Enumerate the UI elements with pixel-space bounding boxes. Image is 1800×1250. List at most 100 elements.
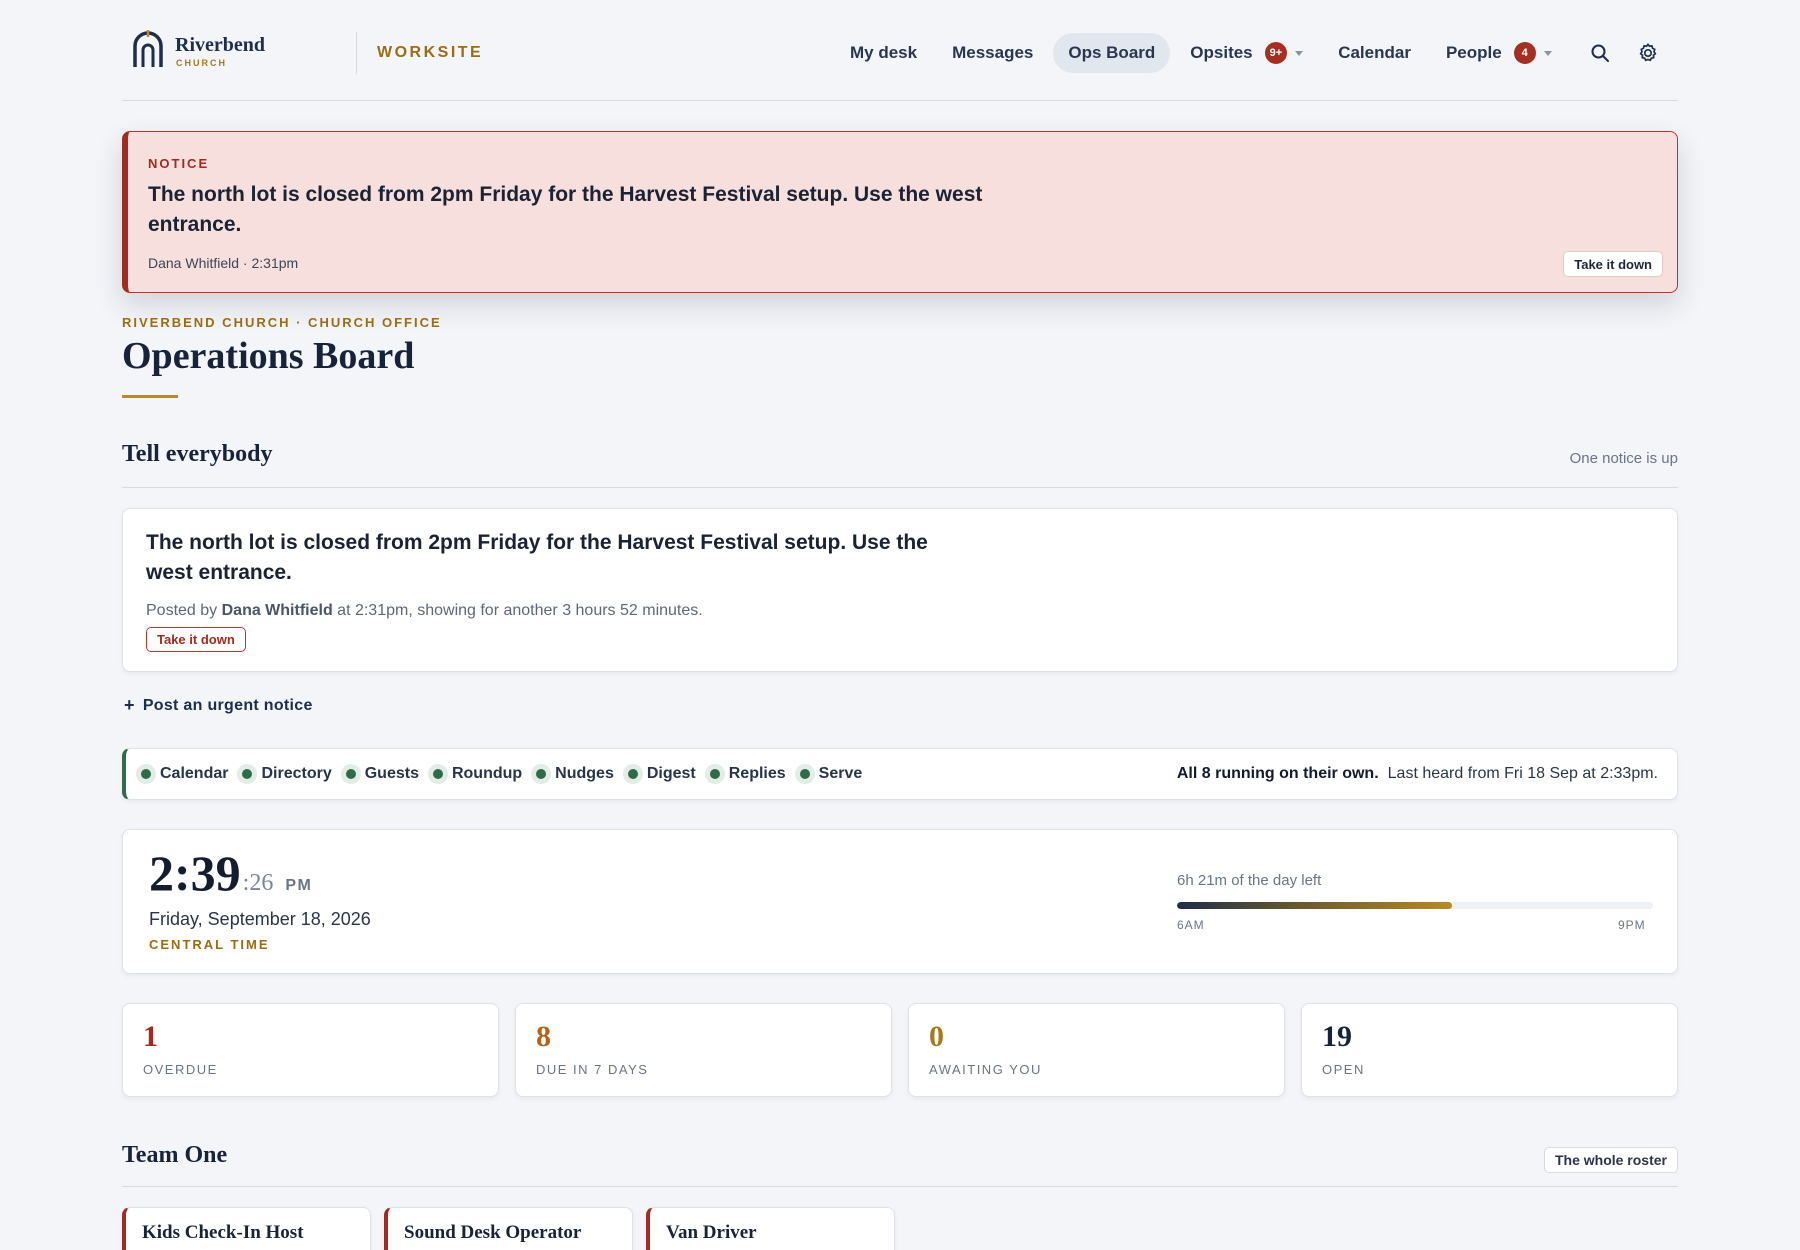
services-status-bar: Calendar Directory Guests Roundup Nudges Dige… [122,748,1678,800]
service-label: Nudges [555,765,614,782]
service-label: Serve [818,765,863,782]
current-date: Friday, September 18, 2026 [149,909,371,929]
role-card[interactable]: Kids Check-In Host [122,1207,371,1250]
service-label: Roundup [451,765,523,782]
plus-icon: + [124,695,135,715]
time-ampm: PM [285,877,313,894]
services-status: All 8 running on their own. Last heard fr… [1177,765,1658,783]
stat-label: AWAITING YOU [929,1062,1042,1077]
role-name: Kids Check-In Host [142,1222,304,1243]
meta-prefix: Posted by [146,602,222,619]
service-chip: Serve [794,764,863,784]
team-title: Team One [122,1142,228,1168]
services-status-bold: All 8 running on their own. [1176,765,1379,782]
service-label: Replies [728,765,786,782]
service-chip: Roundup [427,764,523,784]
nav-people[interactable]: People 4 [1431,33,1567,73]
app-name: WORKSITE [377,44,484,61]
notice-label: NOTICE [148,156,210,171]
service-chip: Calendar [136,764,228,784]
whole-roster-button[interactable]: The whole roster [1543,1147,1678,1173]
nav-ops-board[interactable]: Ops Board [1053,33,1171,73]
service-list: Calendar Directory Guests Roundup Nudges Dige… [126,764,871,784]
role-name: Van Driver [666,1222,757,1243]
nav-label: Opsites [1190,43,1253,62]
search-button[interactable] [1580,33,1620,73]
nav-label: Messages [952,43,1034,62]
section-rule [122,487,1678,488]
post-link-label: Post an urgent notice [142,696,313,714]
stat-awaiting-you[interactable]: 0 AWAITING YOU [908,1003,1285,1097]
notice-message: The north lot is closed from 2pm Friday … [148,183,983,236]
clock-card: 2:39 :26 PM Friday, September 18, 2026 C… [122,829,1678,974]
timezone: CENTRAL TIME [149,937,270,952]
section-rule [122,1186,1678,1187]
time-hm: 2:39 [149,845,241,901]
services-last-heard: Last heard from Fri 18 Sep at 2:33pm. [1387,765,1658,782]
service-label: Digest [646,765,696,782]
stat-label: DUE IN 7 DAYS [536,1062,649,1077]
service-chip: Nudges [531,764,614,784]
time-seconds: :26 [242,870,274,896]
take-it-down-button[interactable]: Take it down [146,627,246,652]
page-title: Operations Board [122,335,415,377]
brand-name[interactable]: Riverbend [175,34,265,57]
status-dot-icon [237,764,258,784]
nav-my-desk[interactable]: My desk [835,33,932,73]
notice-status: One notice is up [1569,450,1678,467]
nav-label: People [1445,43,1502,62]
stat-label: OVERDUE [143,1062,218,1077]
nav-label: Ops Board [1068,43,1156,62]
status-dot-icon [340,764,361,784]
gear-icon [1639,43,1656,62]
stat-overdue[interactable]: 1 OVERDUE [122,1003,499,1097]
service-chip: Directory [237,764,332,784]
day-end: 9PM [1618,918,1646,932]
role-card[interactable]: Sound Desk Operator [384,1207,633,1250]
role-name: Sound Desk Operator [404,1222,582,1243]
service-label: Directory [261,765,332,782]
stat-value: 0 [929,1020,944,1053]
tell-everybody-title: Tell everybody [122,441,273,467]
header-rule [122,100,1678,101]
status-dot-icon [794,764,815,784]
stat-value: 1 [143,1020,158,1053]
search-icon [1591,44,1609,62]
status-dot-icon [136,764,156,784]
nav-label: My desk [850,43,918,62]
status-dot-icon [531,764,552,784]
church-logo-icon[interactable] [132,30,164,68]
notice-card: The north lot is closed from 2pm Friday … [122,508,1678,672]
brand-sub: CHURCH [176,58,227,68]
stat-value: 19 [1322,1020,1352,1053]
settings-button[interactable] [1628,33,1668,73]
title-accent-rule [122,395,178,398]
status-dot-icon [704,764,725,784]
role-card[interactable]: Van Driver [646,1207,895,1250]
nav-messages[interactable]: Messages [937,33,1048,73]
stat-value: 8 [536,1020,551,1053]
header-divider [356,32,357,74]
stat-open[interactable]: 19 OPEN [1301,1003,1678,1097]
post-urgent-notice-link[interactable]: + Post an urgent notice [124,695,313,716]
service-chip: Digest [622,764,696,784]
chevron-down-icon [1295,50,1304,56]
notice-banner: NOTICE The north lot is closed from 2pm … [122,131,1678,293]
chevron-down-icon [1543,50,1552,56]
nav-opsites[interactable]: Opsites 9+ [1175,33,1318,73]
nav-calendar[interactable]: Calendar [1323,33,1426,73]
service-chip: Guests [340,764,419,784]
notice-card-message: The north lot is closed from 2pm Friday … [146,531,928,584]
service-label: Guests [364,765,419,782]
people-count-badge: 4 [1513,42,1536,64]
breadcrumb: RIVERBEND CHURCH · CHURCH OFFICE [122,315,442,330]
day-progress-fill [1177,902,1452,909]
day-progress-track [1177,902,1653,909]
stat-due-7-days[interactable]: 8 DUE IN 7 DAYS [515,1003,892,1097]
take-it-down-button[interactable]: Take it down [1563,251,1663,277]
day-start: 6AM [1177,918,1205,932]
top-nav: My desk Messages Ops Board Opsites 9+ Ca… [835,32,1668,74]
notice-card-meta: Posted by Dana Whitfield at 2:31pm, show… [146,602,703,620]
service-chip: Replies [704,764,786,784]
nav-label: Calendar [1338,43,1411,62]
